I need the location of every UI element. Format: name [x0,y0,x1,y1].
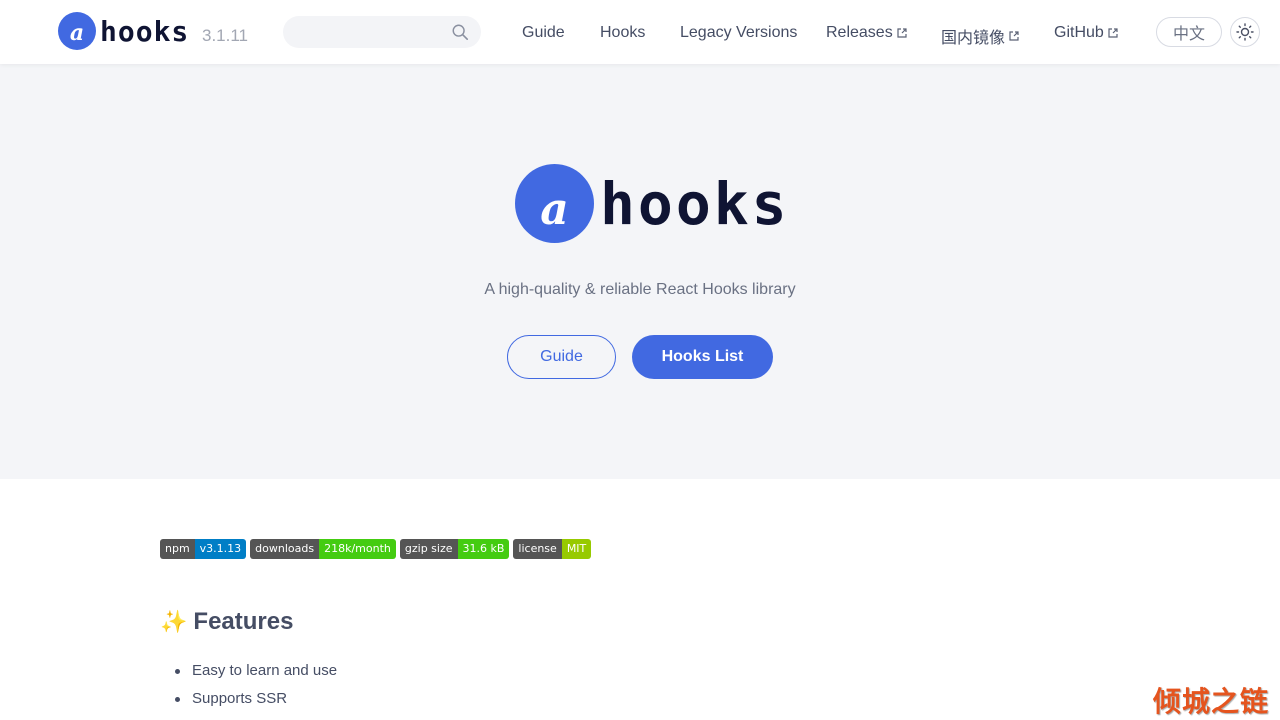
sparkles-icon: ✨ [160,609,188,634]
badge-label: npm [160,539,195,559]
badge-value: MIT [561,539,592,559]
nav-label: 国内镜像 [941,30,1006,47]
features-list: Easy to learn and use Supports SSR [174,660,337,716]
nav-releases[interactable]: Releases [826,24,907,42]
nav-label: Hooks [600,24,646,41]
npm-version-badge[interactable]: npm v3.1.13 [160,539,247,559]
version-label: 3.1.11 [202,26,249,45]
nav-label: GitHub [1054,24,1104,41]
nav-github[interactable]: GitHub [1054,24,1118,42]
downloads-badge[interactable]: downloads 218k/month [250,539,396,559]
badge-label: gzip size [399,539,458,559]
badge-label: downloads [250,539,320,559]
badge-value: v3.1.13 [194,539,247,559]
external-link-icon [1108,28,1118,38]
license-badge[interactable]: license MIT [513,539,592,559]
badge-value: 218k/month [319,539,396,559]
theme-toggle-button[interactable] [1230,17,1260,47]
logo-text: hooks [100,14,190,48]
search-icon[interactable] [451,23,469,41]
nav-legacy-versions[interactable]: Legacy Versions [680,24,797,42]
features-title: Features [193,608,294,635]
hero-section: a hooks A high-quality & reliable React … [0,64,1280,479]
hero-logo-text: hooks [600,169,790,238]
badge-value: 31.6 kB [457,539,510,559]
language-toggle-button[interactable]: 中文 [1156,17,1222,47]
nav-hooks[interactable]: Hooks [600,24,645,42]
hooks-list-button[interactable]: Hooks List [632,335,773,379]
badge-row: npm v3.1.13 downloads 218k/month gzip size… [160,539,592,559]
badge-label: license [513,539,562,559]
features-heading: ✨ Features [160,608,293,636]
sun-icon [1236,23,1254,41]
nav-guide[interactable]: Guide [522,24,565,42]
list-item: Supports SSR [174,688,337,716]
hero-logo: a hooks [515,164,790,243]
watermark: 倾城之链 [1153,686,1270,717]
nav-label: Releases [826,24,893,41]
external-link-icon [1009,31,1019,41]
hero-tagline: A high-quality & reliable React Hooks li… [484,281,796,298]
logo-circle: a [58,12,96,50]
logo[interactable]: a hooks [58,12,189,50]
external-link-icon [897,28,907,38]
guide-button[interactable]: Guide [507,335,616,379]
hero-logo-circle: a [515,164,594,243]
nav-label: Legacy Versions [680,24,798,41]
search-input[interactable] [283,16,481,48]
nav-china-mirror[interactable]: 国内镜像 [941,24,1019,48]
nav-label: Guide [522,24,565,41]
gzip-size-badge[interactable]: gzip size 31.6 kB [399,539,510,559]
top-navbar: a hooks 3.1.11 Guide Hooks Legacy Versio… [0,0,1280,64]
list-item: Easy to learn and use [174,660,337,688]
